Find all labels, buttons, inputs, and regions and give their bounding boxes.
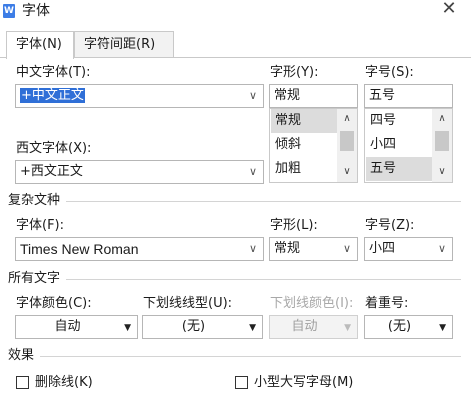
underline-type-label: 下划线线型(U): xyxy=(143,296,233,311)
dropdown-arrow-icon[interactable]: ▼ xyxy=(124,320,131,336)
underline-color-label: 下划线颜色(I): xyxy=(270,296,354,311)
scroll-thumb[interactable] xyxy=(340,131,354,151)
chinese-font-combobox[interactable]: +中文正文 ∨ xyxy=(15,84,264,108)
chevron-down-icon[interactable]: ∨ xyxy=(438,241,446,257)
complex-size-combobox[interactable]: 小四 ∨ xyxy=(364,237,453,261)
strikethrough-label[interactable]: 删除线(K) xyxy=(35,375,93,391)
size-input[interactable]: 五号 xyxy=(364,84,453,108)
size-listbox[interactable]: 四号 小四 五号 ∧ ∨ xyxy=(364,108,453,183)
section-divider xyxy=(66,279,461,280)
complex-style-label: 字形(L): xyxy=(270,218,318,233)
style-option-bold[interactable]: 加粗 xyxy=(271,157,337,181)
close-icon[interactable]: ✕ xyxy=(437,0,461,20)
western-font-combobox[interactable]: +西文正文 ∨ xyxy=(15,160,264,184)
chinese-font-label: 中文字体(T): xyxy=(16,65,91,80)
effects-section-title: 效果 xyxy=(8,348,35,363)
font-color-label: 字体颜色(C): xyxy=(16,296,92,311)
underline-color-value: 自动 xyxy=(291,319,318,334)
small-caps-checkbox[interactable] xyxy=(235,376,248,389)
style-listbox[interactable]: 常规 倾斜 加粗 ∧ ∨ xyxy=(269,108,358,183)
font-color-value: 自动 xyxy=(54,319,81,334)
underline-type-value: (无) xyxy=(181,319,206,334)
chevron-down-icon[interactable]: ∨ xyxy=(343,241,351,257)
dialog-title: 字体 xyxy=(22,3,50,19)
emphasis-value: (无) xyxy=(387,319,412,334)
dropdown-arrow-icon[interactable]: ▼ xyxy=(249,320,256,336)
all-text-section-title: 所有文字 xyxy=(8,271,61,286)
emphasis-label: 着重号: xyxy=(365,296,409,311)
chinese-font-value: +中文正文 xyxy=(20,88,85,103)
section-divider xyxy=(40,356,461,357)
style-option-regular[interactable]: 常规 xyxy=(271,109,337,133)
size-scrollbar[interactable]: ∧ ∨ xyxy=(432,109,452,182)
scroll-thumb[interactable] xyxy=(435,131,449,151)
strikethrough-checkbox[interactable] xyxy=(16,376,29,389)
chevron-down-icon[interactable]: ∨ xyxy=(249,241,257,257)
style-input-value: 常规 xyxy=(274,88,301,103)
font-color-dropdown[interactable]: 自动 ▼ xyxy=(15,315,138,339)
dropdown-arrow-icon[interactable]: ▼ xyxy=(439,320,446,336)
scroll-up-icon[interactable]: ∧ xyxy=(337,109,357,129)
complex-size-label: 字号(Z): xyxy=(365,218,415,233)
complex-font-combobox[interactable]: Times New Roman ∨ xyxy=(15,237,264,261)
tab-font[interactable]: 字体(N) xyxy=(6,31,74,59)
complex-style-value: 常规 xyxy=(274,241,301,256)
scroll-down-icon[interactable]: ∨ xyxy=(337,162,357,182)
title-bar: W 字体 ✕ xyxy=(0,0,471,24)
style-scrollbar[interactable]: ∧ ∨ xyxy=(337,109,357,182)
emphasis-dropdown[interactable]: (无) ▼ xyxy=(364,315,453,339)
complex-script-section-title: 复杂文种 xyxy=(8,193,61,208)
small-caps-label[interactable]: 小型大写字母(M) xyxy=(254,375,353,391)
underline-color-dropdown: 自动 ▼ xyxy=(269,315,358,339)
size-label: 字号(S): xyxy=(365,65,414,80)
complex-size-value: 小四 xyxy=(369,241,396,256)
scroll-down-icon[interactable]: ∨ xyxy=(432,162,452,182)
complex-font-label: 字体(F): xyxy=(16,218,65,233)
dropdown-arrow-icon: ▼ xyxy=(344,323,351,333)
style-input[interactable]: 常规 xyxy=(269,84,358,108)
underline-type-dropdown[interactable]: (无) ▼ xyxy=(142,315,263,339)
wps-writer-icon: W xyxy=(3,4,15,18)
size-option-4[interactable]: 四号 xyxy=(366,109,432,133)
tab-character-spacing[interactable]: 字符间距(R) xyxy=(74,31,174,58)
size-option-5[interactable]: 五号 xyxy=(366,157,432,181)
style-label: 字形(Y): xyxy=(270,65,319,80)
chevron-down-icon[interactable]: ∨ xyxy=(249,88,257,104)
complex-font-value: Times New Roman xyxy=(20,241,139,257)
scroll-up-icon[interactable]: ∧ xyxy=(432,109,452,129)
chevron-down-icon[interactable]: ∨ xyxy=(249,164,257,180)
size-input-value: 五号 xyxy=(369,88,396,103)
size-option-small-4[interactable]: 小四 xyxy=(366,133,432,157)
western-font-label: 西文字体(X): xyxy=(16,141,92,156)
western-font-value: +西文正文 xyxy=(20,164,83,179)
style-option-italic[interactable]: 倾斜 xyxy=(271,133,337,157)
complex-style-combobox[interactable]: 常规 ∨ xyxy=(269,237,358,261)
section-divider xyxy=(66,201,461,202)
